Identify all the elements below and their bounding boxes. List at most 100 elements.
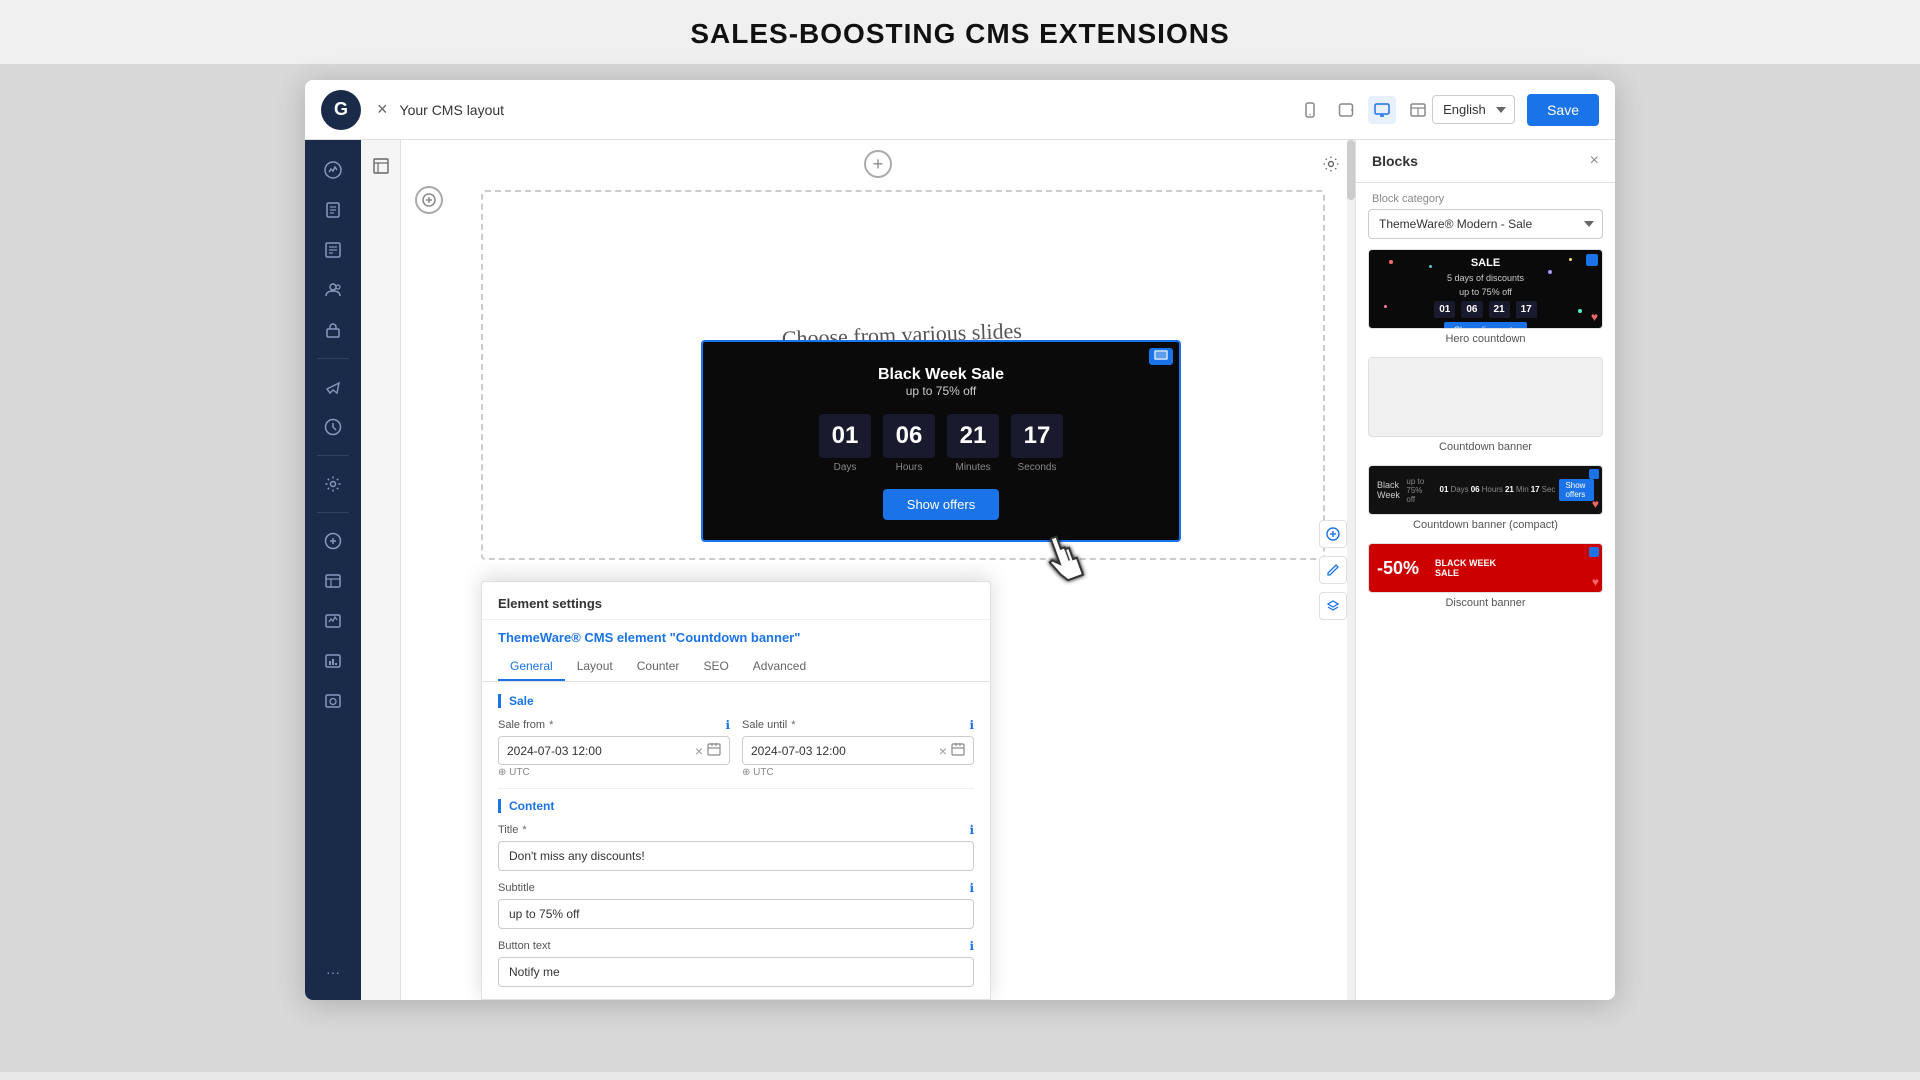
badge-discount-icon (1589, 547, 1599, 557)
mobile-view-button[interactable] (1296, 96, 1324, 124)
canvas-add-button-left[interactable] (415, 186, 443, 214)
sidebar-icon-pages[interactable] (315, 192, 351, 228)
block-thumb-countdown-banner (1368, 357, 1603, 437)
element-settings-panel: Element settings ThemeWare® CMS element … (481, 581, 991, 1000)
countdown-cta-button[interactable]: Show offers (883, 489, 999, 520)
tab-counter[interactable]: Counter (625, 653, 692, 681)
block-label-discount-banner: Discount banner (1368, 597, 1603, 609)
sale-until-timezone: UTC (742, 767, 974, 778)
sale-from-calendar[interactable] (707, 742, 721, 759)
sidebar-icon-analytics[interactable] (315, 152, 351, 188)
sale-until-calendar[interactable] (951, 742, 965, 759)
sale-until-clear[interactable]: × (939, 743, 947, 759)
canvas-scroll-thumb[interactable] (1347, 140, 1355, 200)
block-item-discount-banner[interactable]: -50% BLACK WEEK SALE ♥ Discount banner (1368, 543, 1603, 609)
cms-header: G × Your CMS layout Eng (305, 80, 1615, 140)
favorite-compact-icon[interactable]: ♥ (1592, 497, 1599, 511)
canvas-side-tools (1319, 520, 1347, 620)
timer-days: 01 Days (819, 414, 871, 473)
button-text-info[interactable]: ℹ (969, 939, 974, 953)
sale-from-field[interactable] (507, 744, 691, 758)
block-item-countdown-compact[interactable]: Black Week up to 75% off 01 Days 06 Hour… (1368, 465, 1603, 531)
layout-tool[interactable] (365, 150, 397, 182)
sidebar-icon-products[interactable] (315, 312, 351, 348)
sidebar-icon-settings[interactable] (315, 466, 351, 502)
page-title: SALES-BOOSTING CMS EXTENSIONS (690, 18, 1229, 49)
language-selector[interactable]: English (1432, 95, 1515, 124)
button-text-label: Button text ℹ (498, 939, 974, 953)
layout-view-button[interactable] (1404, 96, 1432, 124)
sale-until-field[interactable] (751, 744, 935, 758)
cms-layout-title: Your CMS layout (400, 102, 1297, 118)
tab-layout[interactable]: Layout (565, 653, 625, 681)
banner-subtitle: up to 75% off (723, 384, 1159, 398)
canvas-area: + Choose from various slideswith extreme… (401, 140, 1355, 1000)
canvas-toolbar (361, 140, 401, 1000)
title-info[interactable]: ℹ (969, 823, 974, 837)
subtitle-group: Subtitle ℹ (498, 881, 974, 929)
block-thumb-hero-countdown: BLACK WEEK SALE 5 days of discounts up t… (1368, 249, 1603, 329)
sidebar-icon-marketing[interactable] (315, 369, 351, 405)
page-title-bar: SALES-BOOSTING CMS EXTENSIONS (0, 0, 1920, 64)
block-item-countdown-banner[interactable]: Countdown banner (1368, 357, 1603, 453)
sale-until-group: Sale until * ℹ × (742, 718, 974, 778)
canvas-scrollbar[interactable] (1347, 140, 1355, 1000)
cms-body: ··· + (305, 140, 1615, 1000)
sale-from-timezone: UTC (498, 767, 730, 778)
right-panel: Blocks × Block category ThemeWare® Moder… (1355, 140, 1615, 1000)
tablet-view-button[interactable] (1332, 96, 1360, 124)
right-panel-header: Blocks × (1356, 140, 1615, 183)
banner-title: Black Week Sale (723, 366, 1159, 384)
subtitle-info[interactable]: ℹ (969, 881, 974, 895)
settings-body: Sale Sale from * ℹ × (482, 682, 990, 999)
sale-from-label: Sale from * ℹ (498, 718, 730, 732)
canvas-layers[interactable] (1319, 592, 1347, 620)
block-thumb-discount-banner: -50% BLACK WEEK SALE ♥ (1368, 543, 1603, 593)
title-label: Title * ℹ (498, 823, 974, 837)
title-input[interactable] (498, 841, 974, 871)
sidebar-icon-reports1[interactable] (315, 563, 351, 599)
block-item-hero-countdown[interactable]: BLACK WEEK SALE 5 days of discounts up t… (1368, 249, 1603, 345)
sale-section-label: Sale (498, 694, 974, 708)
canvas-add-button-top[interactable]: + (864, 150, 892, 178)
device-selector (1296, 96, 1432, 124)
countdown-timer: 01 Days 06 Hours 21 Minutes 17 (723, 414, 1159, 473)
button-text-group: Button text ℹ (498, 939, 974, 987)
sale-from-clear[interactable]: × (695, 743, 703, 759)
close-button[interactable]: × (377, 99, 388, 120)
sidebar-icon-reports3[interactable] (315, 643, 351, 679)
sidebar-icon-automation[interactable] (315, 409, 351, 445)
tab-advanced[interactable]: Advanced (741, 653, 818, 681)
canvas-edit-section[interactable] (1319, 556, 1347, 584)
blocks-list: BLACK WEEK SALE 5 days of discounts up t… (1356, 249, 1615, 1000)
sidebar-more[interactable]: ··· (326, 964, 340, 988)
sale-until-input[interactable]: × (742, 736, 974, 765)
badge-compact-icon (1589, 469, 1599, 479)
content-section-label: Content (498, 799, 974, 813)
desktop-view-button[interactable] (1368, 96, 1396, 124)
sale-until-info[interactable]: ℹ (969, 718, 974, 732)
favorite-icon[interactable]: ♥ (1591, 310, 1598, 324)
sale-from-info[interactable]: ℹ (725, 718, 730, 732)
tab-general[interactable]: General (498, 653, 565, 681)
canvas-add-section[interactable] (1319, 520, 1347, 548)
sale-from-input[interactable]: × (498, 736, 730, 765)
sidebar-icon-reports4[interactable] (315, 683, 351, 719)
blocks-panel-close[interactable]: × (1590, 152, 1599, 170)
tab-seo[interactable]: SEO (691, 653, 740, 681)
sidebar-icon-content[interactable] (315, 232, 351, 268)
subtitle-input[interactable] (498, 899, 974, 929)
timer-seconds: 17 Seconds (1011, 414, 1063, 473)
favorite-discount-icon[interactable]: ♥ (1592, 575, 1599, 589)
block-category-select[interactable]: ThemeWare® Modern - Sale (1368, 209, 1603, 239)
title-group: Title * ℹ (498, 823, 974, 871)
sidebar-icon-addons[interactable] (315, 523, 351, 559)
block-thumb-countdown-compact: Black Week up to 75% off 01 Days 06 Hour… (1368, 465, 1603, 515)
button-text-input[interactable] (498, 957, 974, 987)
sale-dates-row: Sale from * ℹ × (498, 718, 974, 778)
sidebar-icon-reports2[interactable] (315, 603, 351, 639)
save-button[interactable]: Save (1527, 94, 1599, 126)
canvas-settings-button[interactable] (1317, 150, 1345, 178)
sidebar-icon-users[interactable] (315, 272, 351, 308)
sale-from-group: Sale from * ℹ × (498, 718, 730, 778)
